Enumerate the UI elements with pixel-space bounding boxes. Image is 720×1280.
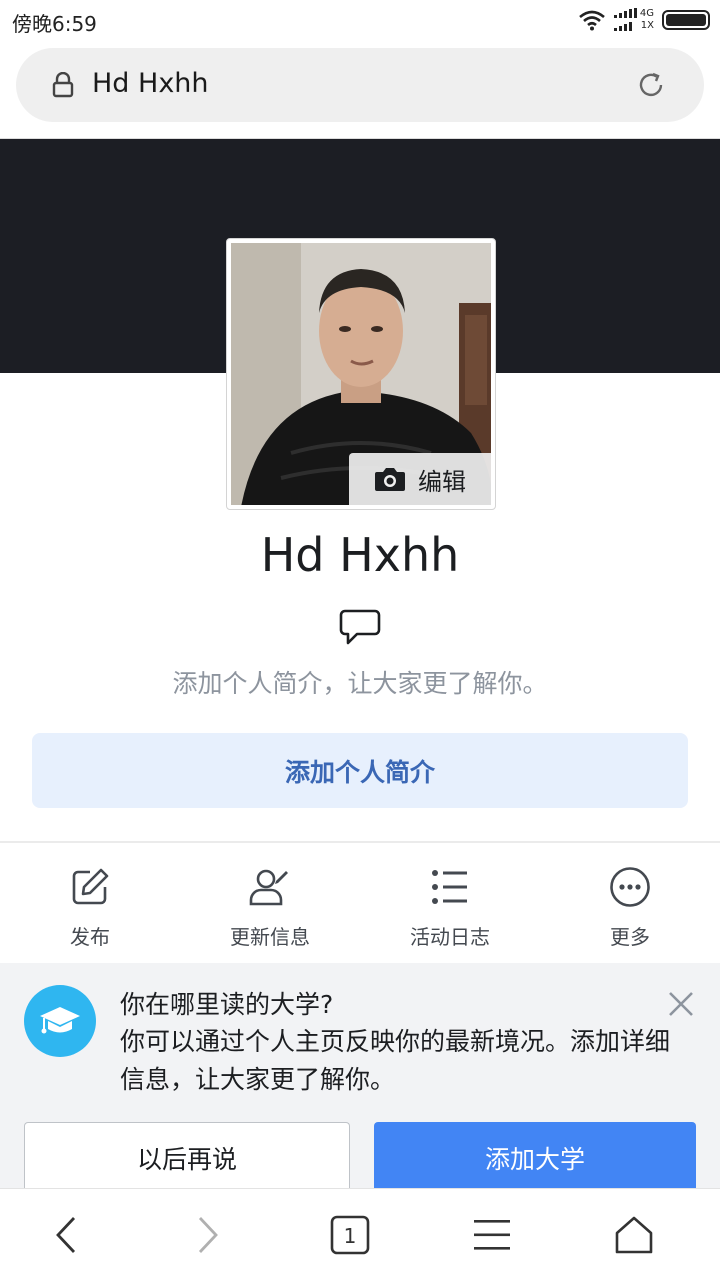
address-bar[interactable]: Hd Hxhh xyxy=(16,48,704,122)
status-bar: 傍晚6:59 4G 1X xyxy=(0,0,720,40)
home-icon xyxy=(615,1216,653,1254)
chevron-left-icon xyxy=(56,1217,76,1253)
edit-photo-label: 编辑 xyxy=(418,467,466,496)
profile-action-row: 发布 更新信息 活动日志 更多 xyxy=(0,843,720,961)
list-icon xyxy=(428,865,472,909)
add-bio-button[interactable]: 添加个人简介 xyxy=(32,733,688,808)
post-action-label: 发布 xyxy=(70,925,110,949)
browser-bottom-nav: 1 xyxy=(0,1188,720,1280)
refresh-icon[interactable] xyxy=(636,70,666,100)
chevron-right-icon xyxy=(198,1217,218,1253)
later-button[interactable]: 以后再说 xyxy=(24,1122,350,1193)
college-suggestion-card: 你在哪里读的大学? 你可以通过个人主页反映你的最新境况。添加详细信息，让大家更了… xyxy=(0,963,720,1193)
edit-icon xyxy=(68,865,112,909)
more-action-button[interactable]: 更多 xyxy=(540,843,720,961)
network-type-top: 4G xyxy=(639,8,654,19)
battery-icon xyxy=(662,10,710,30)
lock-icon xyxy=(52,72,74,98)
cellular-signal-icon: 4G 1X xyxy=(614,8,654,32)
forward-button[interactable] xyxy=(184,1211,232,1259)
update-info-action-label: 更新信息 xyxy=(230,925,310,949)
suggestion-body: 你可以通过个人主页反映你的最新境况。添加详细信息，让大家更了解你。 xyxy=(120,1027,671,1094)
page-title: Hd Hxhh xyxy=(92,68,209,99)
graduation-cap-icon xyxy=(24,985,96,1057)
camera-icon xyxy=(375,468,405,491)
status-icons: 4G 1X xyxy=(578,8,710,32)
post-action-button[interactable]: 发布 xyxy=(0,843,180,961)
edit-photo-button[interactable]: 编辑 xyxy=(349,453,491,505)
wifi-icon xyxy=(579,10,605,31)
speech-bubble-icon xyxy=(339,609,381,645)
profile-picture[interactable]: 编辑 xyxy=(226,238,496,510)
menu-button[interactable] xyxy=(468,1211,516,1259)
person-edit-icon xyxy=(248,865,292,909)
update-info-action-button[interactable]: 更新信息 xyxy=(180,843,360,961)
profile-photo-image: 编辑 xyxy=(231,243,491,505)
status-time: 傍晚6:59 xyxy=(12,12,97,36)
tabs-icon: 1 xyxy=(330,1215,370,1255)
close-icon[interactable] xyxy=(668,991,694,1017)
back-button[interactable] xyxy=(42,1211,90,1259)
add-college-button[interactable]: 添加大学 xyxy=(374,1122,696,1193)
more-action-label: 更多 xyxy=(610,925,650,949)
suggestion-title: 你在哪里读的大学? xyxy=(120,990,334,1019)
tab-count: 1 xyxy=(344,1224,357,1248)
bio-prompt-text: 添加个人简介，让大家更了解你。 xyxy=(172,669,548,698)
network-type-bottom: 1X xyxy=(640,20,654,31)
tabs-button[interactable]: 1 xyxy=(326,1211,374,1259)
more-icon xyxy=(608,865,652,909)
menu-icon xyxy=(474,1220,510,1250)
activity-log-action-label: 活动日志 xyxy=(410,925,490,949)
profile-name: Hd Hxhh xyxy=(260,528,460,582)
home-button[interactable] xyxy=(610,1211,658,1259)
activity-log-action-button[interactable]: 活动日志 xyxy=(360,843,540,961)
